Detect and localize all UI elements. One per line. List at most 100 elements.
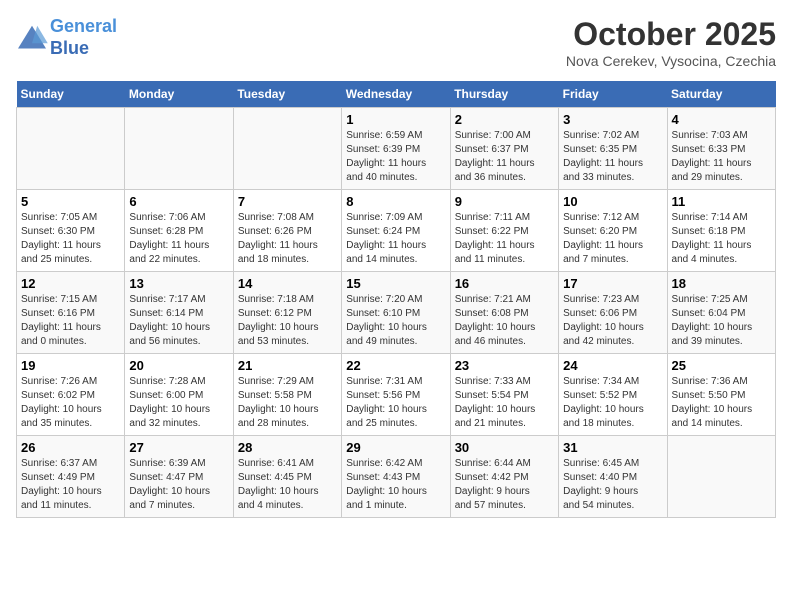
day-number: 13: [129, 276, 228, 291]
calendar-cell: 11 Sunrise: 7:14 AM Sunset: 6:18 PM Dayli…: [667, 190, 775, 272]
day-number: 18: [672, 276, 771, 291]
calendar-cell: 19 Sunrise: 7:26 AM Sunset: 6:02 PM Dayli…: [17, 354, 125, 436]
weekday-header-thursday: Thursday: [450, 81, 558, 108]
calendar-week-row: 1Sunrise: 6:59 AM Sunset: 6:39 PM Daylig…: [17, 108, 776, 190]
calendar-cell: 18 Sunrise: 7:25 AM Sunset: 6:04 PM Dayli…: [667, 272, 775, 354]
cell-info: Sunrise: 7:29 AM Sunset: 5:58 PM Dayligh…: [238, 375, 337, 431]
calendar-cell: 8 Sunrise: 7:09 AM Sunset: 6:24 PM Daylig…: [342, 190, 450, 272]
cell-info: Sunrise: 7:00 AM Sunset: 6:37 PM Dayligh…: [455, 129, 554, 185]
cell-info: Sunrise: 7:05 AM Sunset: 6:30 PM Dayligh…: [21, 211, 120, 267]
calendar-body: 1Sunrise: 6:59 AM Sunset: 6:39 PM Daylig…: [17, 108, 776, 518]
title-block: October 2025 Nova Cerekev, Vysocina, Cze…: [566, 16, 776, 69]
cell-info: Sunrise: 7:09 AM Sunset: 6:24 PM Dayligh…: [346, 211, 445, 267]
cell-info: Sunrise: 7:14 AM Sunset: 6:18 PM Dayligh…: [672, 211, 771, 267]
calendar-cell: 17 Sunrise: 7:23 AM Sunset: 6:06 PM Dayli…: [559, 272, 667, 354]
day-number: 8: [346, 194, 445, 209]
cell-info: Sunrise: 6:42 AM Sunset: 4:43 PM Dayligh…: [346, 457, 445, 513]
cell-info: Sunrise: 7:25 AM Sunset: 6:04 PM Dayligh…: [672, 293, 771, 349]
cell-info: Sunrise: 7:11 AM Sunset: 6:22 PM Dayligh…: [455, 211, 554, 267]
day-number: 9: [455, 194, 554, 209]
cell-info: Sunrise: 7:26 AM Sunset: 6:02 PM Dayligh…: [21, 375, 120, 431]
weekday-header-tuesday: Tuesday: [233, 81, 341, 108]
calendar-table: SundayMondayTuesdayWednesdayThursdayFrid…: [16, 81, 776, 518]
calendar-cell: 1Sunrise: 6:59 AM Sunset: 6:39 PM Daylig…: [342, 108, 450, 190]
cell-info: Sunrise: 7:18 AM Sunset: 6:12 PM Dayligh…: [238, 293, 337, 349]
logo-text: General Blue: [50, 16, 117, 59]
day-number: 20: [129, 358, 228, 373]
calendar-week-row: 5 Sunrise: 7:05 AM Sunset: 6:30 PM Daylig…: [17, 190, 776, 272]
calendar-cell: 15 Sunrise: 7:20 AM Sunset: 6:10 PM Dayli…: [342, 272, 450, 354]
calendar-cell: [125, 108, 233, 190]
cell-info: Sunrise: 7:20 AM Sunset: 6:10 PM Dayligh…: [346, 293, 445, 349]
cell-info: Sunrise: 7:02 AM Sunset: 6:35 PM Dayligh…: [563, 129, 662, 185]
day-number: 27: [129, 440, 228, 455]
cell-info: Sunrise: 7:17 AM Sunset: 6:14 PM Dayligh…: [129, 293, 228, 349]
weekday-header-sunday: Sunday: [17, 81, 125, 108]
day-number: 11: [672, 194, 771, 209]
day-number: 4: [672, 112, 771, 127]
calendar-cell: 13 Sunrise: 7:17 AM Sunset: 6:14 PM Dayli…: [125, 272, 233, 354]
calendar-cell: 29 Sunrise: 6:42 AM Sunset: 4:43 PM Dayli…: [342, 436, 450, 518]
logo-icon: [16, 24, 48, 52]
calendar-cell: 21 Sunrise: 7:29 AM Sunset: 5:58 PM Dayli…: [233, 354, 341, 436]
header: General Blue October 2025 Nova Cerekev, …: [16, 16, 776, 69]
cell-info: Sunrise: 7:03 AM Sunset: 6:33 PM Dayligh…: [672, 129, 771, 185]
day-number: 28: [238, 440, 337, 455]
calendar-cell: 16Sunrise: 7:21 AM Sunset: 6:08 PM Dayli…: [450, 272, 558, 354]
calendar-cell: 26 Sunrise: 6:37 AM Sunset: 4:49 PM Dayli…: [17, 436, 125, 518]
calendar-cell: 5 Sunrise: 7:05 AM Sunset: 6:30 PM Daylig…: [17, 190, 125, 272]
cell-info: Sunrise: 7:36 AM Sunset: 5:50 PM Dayligh…: [672, 375, 771, 431]
calendar-cell: 3 Sunrise: 7:02 AM Sunset: 6:35 PM Daylig…: [559, 108, 667, 190]
calendar-cell: 25 Sunrise: 7:36 AM Sunset: 5:50 PM Dayli…: [667, 354, 775, 436]
calendar-cell: 24Sunrise: 7:34 AM Sunset: 5:52 PM Dayli…: [559, 354, 667, 436]
cell-info: Sunrise: 6:59 AM Sunset: 6:39 PM Dayligh…: [346, 129, 445, 185]
weekday-header-saturday: Saturday: [667, 81, 775, 108]
day-number: 17: [563, 276, 662, 291]
day-number: 29: [346, 440, 445, 455]
cell-info: Sunrise: 6:45 AM Sunset: 4:40 PM Dayligh…: [563, 457, 662, 513]
cell-info: Sunrise: 7:31 AM Sunset: 5:56 PM Dayligh…: [346, 375, 445, 431]
calendar-cell: 7 Sunrise: 7:08 AM Sunset: 6:26 PM Daylig…: [233, 190, 341, 272]
cell-info: Sunrise: 7:12 AM Sunset: 6:20 PM Dayligh…: [563, 211, 662, 267]
logo-line2: Blue: [50, 38, 89, 58]
weekday-header-wednesday: Wednesday: [342, 81, 450, 108]
calendar-cell: 4 Sunrise: 7:03 AM Sunset: 6:33 PM Daylig…: [667, 108, 775, 190]
day-number: 15: [346, 276, 445, 291]
day-number: 31: [563, 440, 662, 455]
calendar-week-row: 12Sunrise: 7:15 AM Sunset: 6:16 PM Dayli…: [17, 272, 776, 354]
day-number: 10: [563, 194, 662, 209]
cell-info: Sunrise: 7:23 AM Sunset: 6:06 PM Dayligh…: [563, 293, 662, 349]
cell-info: Sunrise: 7:33 AM Sunset: 5:54 PM Dayligh…: [455, 375, 554, 431]
day-number: 2: [455, 112, 554, 127]
calendar-cell: 14Sunrise: 7:18 AM Sunset: 6:12 PM Dayli…: [233, 272, 341, 354]
calendar-cell: 23Sunrise: 7:33 AM Sunset: 5:54 PM Dayli…: [450, 354, 558, 436]
cell-info: Sunrise: 7:21 AM Sunset: 6:08 PM Dayligh…: [455, 293, 554, 349]
day-number: 24: [563, 358, 662, 373]
day-number: 26: [21, 440, 120, 455]
calendar-cell: 20 Sunrise: 7:28 AM Sunset: 6:00 PM Dayli…: [125, 354, 233, 436]
cell-info: Sunrise: 6:37 AM Sunset: 4:49 PM Dayligh…: [21, 457, 120, 513]
calendar-cell: 27 Sunrise: 6:39 AM Sunset: 4:47 PM Dayli…: [125, 436, 233, 518]
location: Nova Cerekev, Vysocina, Czechia: [566, 53, 776, 69]
day-number: 3: [563, 112, 662, 127]
calendar-week-row: 26 Sunrise: 6:37 AM Sunset: 4:49 PM Dayli…: [17, 436, 776, 518]
calendar-cell: 2 Sunrise: 7:00 AM Sunset: 6:37 PM Daylig…: [450, 108, 558, 190]
day-number: 25: [672, 358, 771, 373]
calendar-cell: [233, 108, 341, 190]
calendar-cell: 10 Sunrise: 7:12 AM Sunset: 6:20 PM Dayli…: [559, 190, 667, 272]
month-title: October 2025: [566, 16, 776, 53]
day-number: 5: [21, 194, 120, 209]
weekday-header-friday: Friday: [559, 81, 667, 108]
calendar-cell: 6Sunrise: 7:06 AM Sunset: 6:28 PM Daylig…: [125, 190, 233, 272]
cell-info: Sunrise: 6:39 AM Sunset: 4:47 PM Dayligh…: [129, 457, 228, 513]
day-number: 30: [455, 440, 554, 455]
weekday-header-row: SundayMondayTuesdayWednesdayThursdayFrid…: [17, 81, 776, 108]
cell-info: Sunrise: 7:28 AM Sunset: 6:00 PM Dayligh…: [129, 375, 228, 431]
calendar-cell: [667, 436, 775, 518]
day-number: 21: [238, 358, 337, 373]
calendar-cell: 31 Sunrise: 6:45 AM Sunset: 4:40 PM Dayli…: [559, 436, 667, 518]
day-number: 7: [238, 194, 337, 209]
cell-info: Sunrise: 7:08 AM Sunset: 6:26 PM Dayligh…: [238, 211, 337, 267]
calendar-cell: [17, 108, 125, 190]
day-number: 19: [21, 358, 120, 373]
